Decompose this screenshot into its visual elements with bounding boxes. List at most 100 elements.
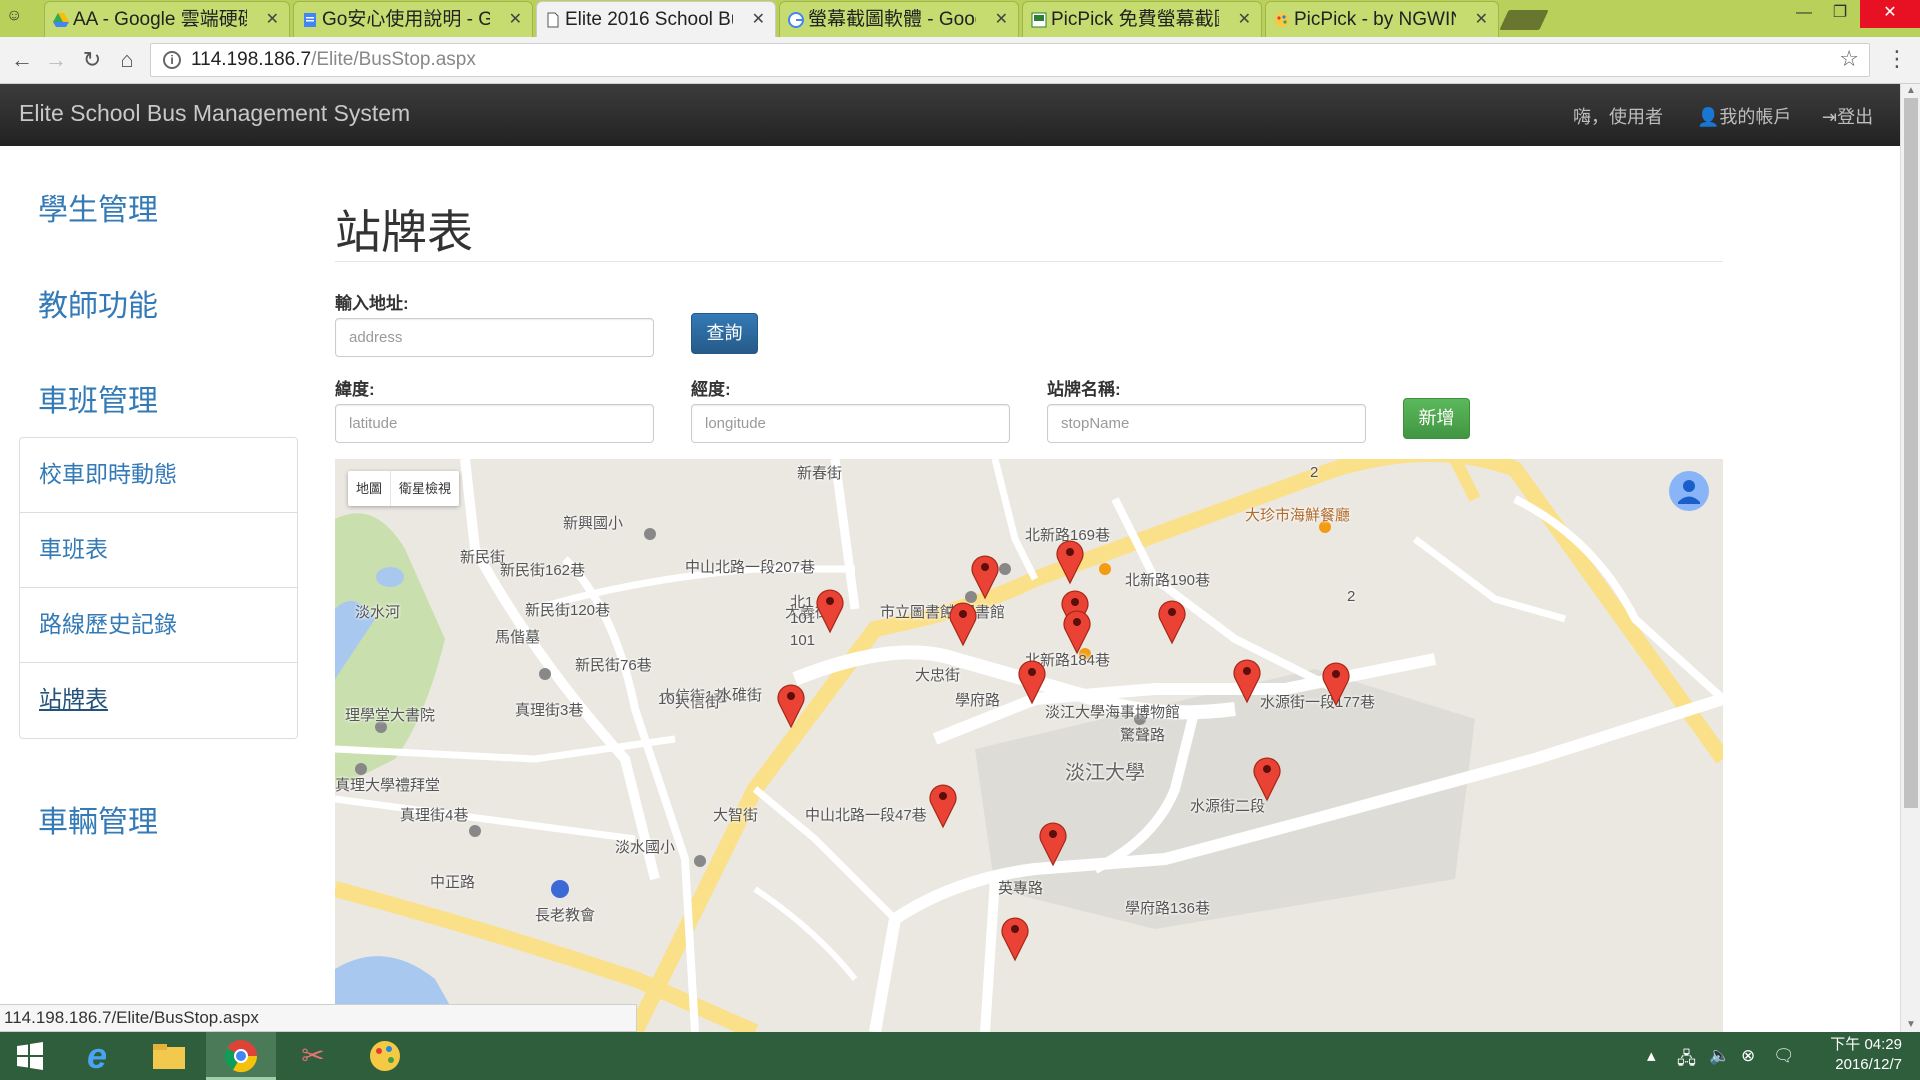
- map-label: 英專路: [998, 880, 1044, 897]
- url-text[interactable]: 114.198.186.7/Elite/BusStop.aspx: [191, 44, 476, 76]
- my-account-link[interactable]: 👤我的帳戶: [1697, 103, 1791, 129]
- page-scrollbar[interactable]: ▲ ▼: [1900, 84, 1920, 1032]
- browser-tab[interactable]: 螢幕截圖軟體 - Google ✕: [779, 1, 1019, 37]
- stop-name-input[interactable]: [1047, 404, 1366, 443]
- browser-tab[interactable]: AA - Google 雲端硬碟 ✕: [44, 1, 290, 37]
- taskbar-ie-icon[interactable]: e: [62, 1032, 132, 1080]
- bus-stop-marker-icon[interactable]: [928, 781, 958, 829]
- browser-tab[interactable]: PicPick - by NGWIN ✕: [1265, 1, 1499, 37]
- map-label: 真理大學禮拜堂: [335, 777, 441, 794]
- bus-stop-marker-icon[interactable]: [1055, 537, 1085, 585]
- search-button[interactable]: 查詢: [691, 313, 758, 354]
- taskbar-chrome-icon[interactable]: [206, 1032, 276, 1080]
- bus-stop-marker-icon[interactable]: [1321, 659, 1351, 707]
- close-icon[interactable]: ✕: [995, 2, 1008, 37]
- close-icon[interactable]: ✕: [1238, 2, 1251, 37]
- sidebar-item[interactable]: 車班表: [20, 513, 297, 588]
- scroll-down-icon[interactable]: ▼: [1901, 1018, 1920, 1032]
- bus-stop-marker-icon[interactable]: [1017, 657, 1047, 705]
- clock[interactable]: 下午 04:29 2016/12/7: [1830, 1035, 1902, 1075]
- close-icon[interactable]: ✕: [266, 2, 279, 37]
- street-view-pegman-icon[interactable]: [1669, 471, 1709, 511]
- map-label: 淡江大學: [1065, 762, 1145, 784]
- browser-menu-icon[interactable]: ⋮: [1886, 43, 1908, 75]
- map-label: 中山北路一段207巷: [685, 559, 816, 576]
- app-brand[interactable]: Elite School Bus Management System: [19, 100, 410, 127]
- taskbar-picpick-icon[interactable]: [350, 1032, 420, 1080]
- map-type-roadmap[interactable]: 地圖: [348, 471, 392, 506]
- bus-stop-marker-icon[interactable]: [1000, 914, 1030, 962]
- user-icon: 👤: [1697, 107, 1720, 127]
- bus-stop-map[interactable]: 地圖 衛星檢視 新春街 新興國小 中山北路一段207巷 大義街 北1 101 馬偕墓 大信街1巷…: [335, 459, 1723, 1032]
- sidebar-heading-students[interactable]: 學生管理: [38, 185, 158, 229]
- bus-stop-marker-icon[interactable]: [948, 599, 978, 647]
- maximize-button[interactable]: ❐: [1817, 0, 1863, 28]
- browser-tab[interactable]: Go安心使用說明 - Google ✕: [293, 1, 533, 37]
- sidebar-heading-teachers[interactable]: 教師功能: [38, 281, 158, 325]
- network-icon[interactable]: 🖧: [1677, 1046, 1696, 1075]
- bookmark-star-icon[interactable]: ☆: [1839, 46, 1859, 72]
- notification-icon[interactable]: 🗨: [1773, 1046, 1795, 1066]
- bus-stop-marker-icon[interactable]: [1038, 819, 1068, 867]
- start-button[interactable]: [0, 1032, 60, 1080]
- map-label: 101: [790, 610, 816, 627]
- browser-toolbar: ← → ↻ ⌂ i 114.198.186.7/Elite/BusStop.as…: [0, 37, 1920, 84]
- stop-name-label: 站牌名稱:: [1047, 380, 1121, 399]
- bus-stop-marker-icon[interactable]: [1252, 754, 1282, 802]
- back-icon[interactable]: ←: [8, 46, 36, 74]
- picpick-logo-icon: [1275, 13, 1289, 27]
- show-hidden-icons-icon[interactable]: ▴: [1647, 1046, 1656, 1066]
- browser-tab-active[interactable]: Elite 2016 School Bus ✕: [536, 1, 776, 37]
- map-label: 真理街4巷: [400, 807, 469, 824]
- map-label: 北1: [790, 594, 814, 611]
- forward-icon[interactable]: →: [42, 46, 70, 74]
- picpick-page-icon: [1031, 12, 1047, 28]
- title-divider: [335, 261, 1723, 262]
- add-stop-button[interactable]: 新增: [1403, 398, 1470, 439]
- scroll-up-icon[interactable]: ▲: [1901, 84, 1920, 98]
- google-search-icon: [788, 12, 804, 28]
- bus-stop-marker-icon[interactable]: [1157, 597, 1187, 645]
- map-label: 真理街3巷: [515, 702, 584, 719]
- bus-stop-marker-icon[interactable]: [1062, 607, 1092, 655]
- bus-stop-marker-icon[interactable]: [970, 552, 1000, 600]
- bus-stop-marker-icon[interactable]: [815, 586, 845, 634]
- new-tab-button[interactable]: [1499, 10, 1549, 30]
- sidebar-heading-schedules[interactable]: 車班管理: [38, 376, 158, 420]
- latitude-label: 緯度:: [335, 380, 375, 399]
- windows-logo-icon: [17, 1042, 43, 1070]
- window-close-button[interactable]: ✕: [1860, 0, 1920, 28]
- close-icon[interactable]: ✕: [752, 2, 765, 37]
- volume-icon[interactable]: 🔈: [1709, 1046, 1730, 1066]
- scroll-thumb[interactable]: [1904, 98, 1918, 808]
- address-input[interactable]: [335, 318, 654, 357]
- latitude-input[interactable]: [335, 404, 654, 443]
- map-label: 中正路: [430, 874, 476, 891]
- map-label: 淡水河: [355, 604, 401, 621]
- address-bar[interactable]: i 114.198.186.7/Elite/BusStop.aspx ☆: [150, 43, 1870, 77]
- map-type-satellite[interactable]: 衛星檢視: [391, 471, 459, 506]
- bus-stop-marker-icon[interactable]: [776, 681, 806, 729]
- logout-link[interactable]: ⇥登出: [1822, 103, 1873, 129]
- user-greeting-link[interactable]: 嗨，使用者: [1573, 103, 1663, 129]
- reload-icon[interactable]: ↻: [78, 46, 106, 74]
- map-label: 市立圖書館: [880, 604, 956, 621]
- sidebar-item[interactable]: 路線歷史記錄: [20, 588, 297, 663]
- map-label: 新民街: [460, 549, 506, 566]
- close-icon[interactable]: ✕: [509, 2, 522, 37]
- sidebar-item[interactable]: 站牌表: [20, 663, 297, 738]
- taskbar-explorer-icon[interactable]: [134, 1032, 204, 1080]
- sidebar-item[interactable]: 校車即時動態: [20, 438, 297, 513]
- taskbar-snipping-icon[interactable]: ✂: [278, 1032, 348, 1080]
- map-label: 馬偕墓: [495, 629, 541, 646]
- home-icon[interactable]: ⌂: [113, 46, 141, 74]
- sidebar-heading-vehicles[interactable]: 車輛管理: [38, 797, 158, 841]
- profile-icon[interactable]: ☺: [6, 7, 22, 25]
- close-icon[interactable]: ✕: [1475, 2, 1488, 37]
- map-label: 2: [1347, 588, 1356, 605]
- browser-tab[interactable]: PicPick 免費螢幕截圖 ✕: [1022, 1, 1262, 37]
- info-icon[interactable]: i: [163, 51, 181, 69]
- bus-stop-marker-icon[interactable]: [1232, 656, 1262, 704]
- cancel-circle-icon[interactable]: ⊗: [1741, 1046, 1755, 1066]
- longitude-input[interactable]: [691, 404, 1010, 443]
